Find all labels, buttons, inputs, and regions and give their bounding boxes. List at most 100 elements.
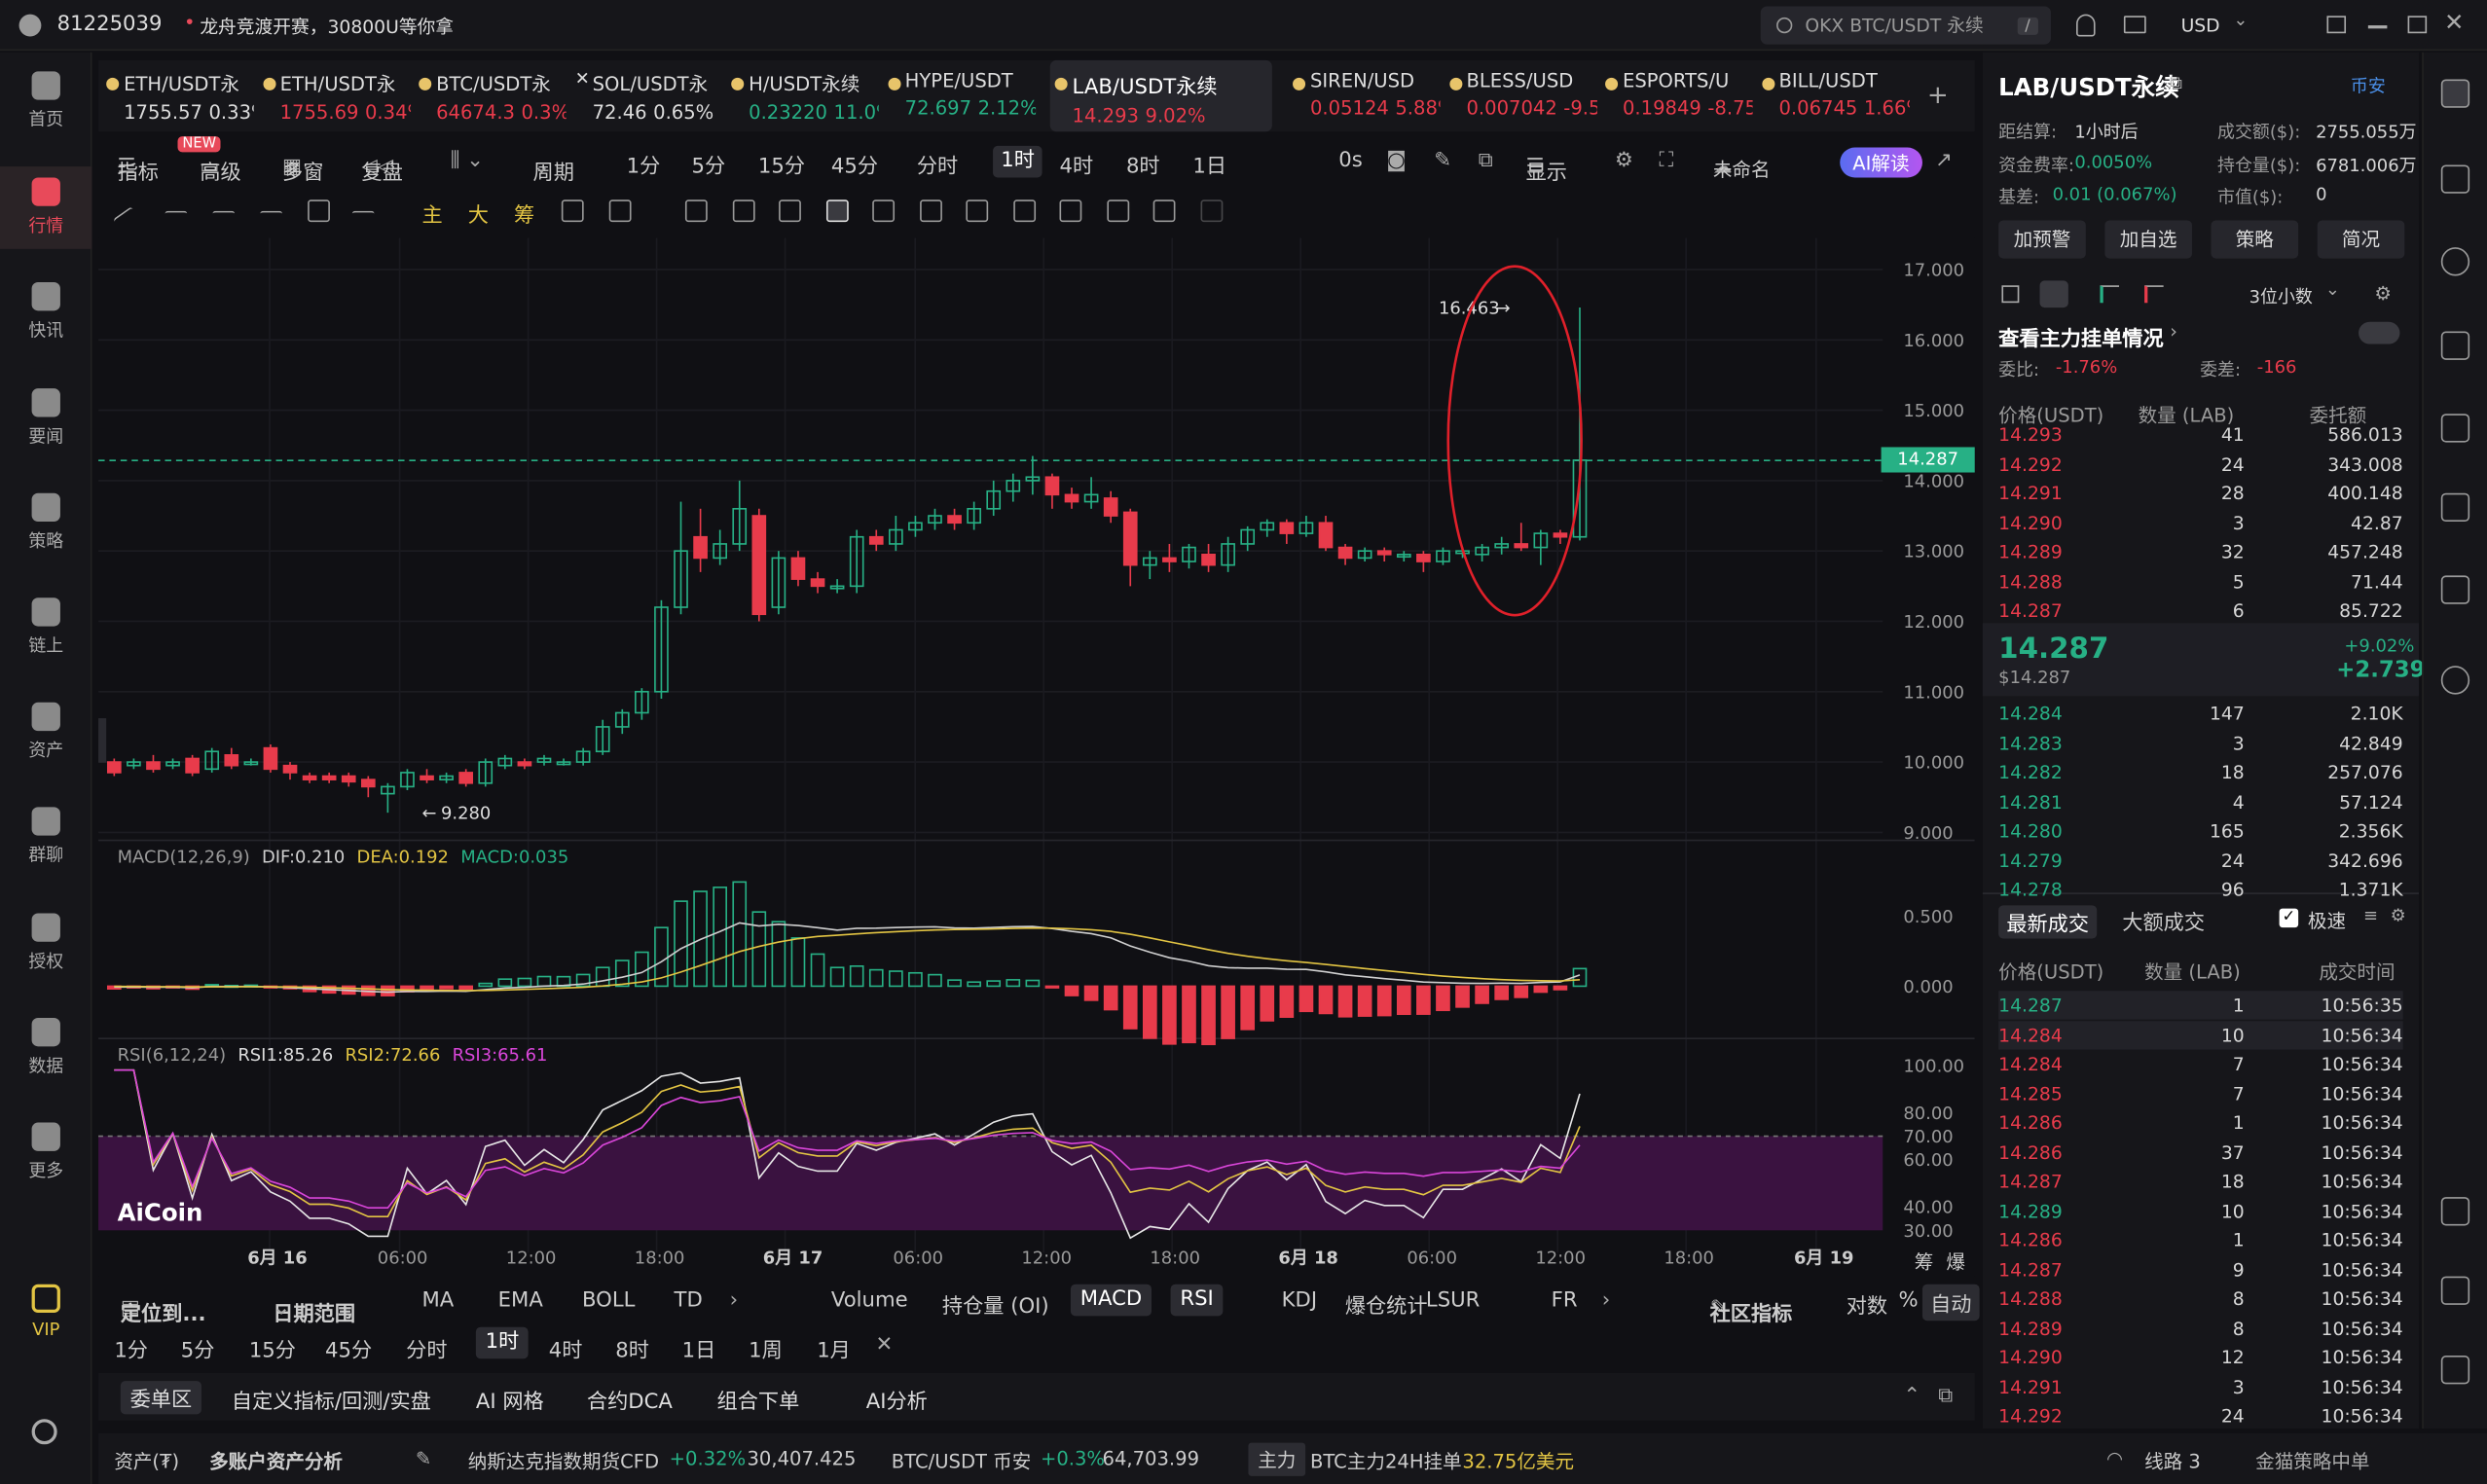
- main-indicator-0[interactable]: MA: [421, 1289, 454, 1313]
- exchange-link[interactable]: 币安: [2351, 73, 2386, 98]
- bottom-interval-0[interactable]: 1分: [114, 1333, 148, 1363]
- nav-item-0[interactable]: 首页: [0, 60, 92, 143]
- btc-name[interactable]: BTC/USDT 币安: [892, 1448, 1032, 1475]
- chart-bar-icon[interactable]: [2440, 414, 2470, 443]
- bottom-interval-2[interactable]: 15分: [249, 1333, 296, 1363]
- brush-icon[interactable]: [825, 199, 848, 223]
- promo-text[interactable]: 龙舟竞渡开赛，30800U等你拿: [200, 15, 454, 40]
- assets-label[interactable]: 资产(₮): [114, 1448, 179, 1475]
- seconds-button[interactable]: 0s: [1338, 149, 1363, 172]
- search-box[interactable]: OKX BTC/USDT 永续 /: [1760, 6, 2051, 45]
- fast-checkbox[interactable]: ✓: [2279, 908, 2299, 928]
- chart-area[interactable]: 17.000 16.000 15.000 14.000 13.000 12.000 11.0…: [98, 237, 1975, 1277]
- interval-8[interactable]: 1日: [1192, 149, 1226, 179]
- ruler-icon[interactable]: [732, 199, 754, 223]
- bottom-interval-4[interactable]: 分时: [406, 1333, 447, 1363]
- log-toggle[interactable]: 对数: [1847, 1289, 1887, 1319]
- decimals-select[interactable]: 3位小数: [2249, 284, 2313, 309]
- book-row[interactable]: 14.279 24 342.696: [1998, 846, 2403, 874]
- hline-icon[interactable]: [260, 210, 283, 234]
- book-row[interactable]: 14.293 41 586.013: [1998, 420, 2403, 449]
- symbol-tab[interactable]: ETH/USDT永 1755.570.33%: [101, 60, 254, 131]
- filter-icon[interactable]: ≡: [2363, 905, 2378, 925]
- kline-chart[interactable]: 17.000 16.000 15.000 14.000 13.000 12.000 11.0…: [98, 237, 1975, 1276]
- book-row[interactable]: 14.289 32 457.248: [1998, 537, 2403, 565]
- bottom-interval-1[interactable]: 5分: [181, 1333, 215, 1363]
- bell-icon[interactable]: [2076, 14, 2096, 37]
- dollar-icon[interactable]: [2440, 247, 2470, 276]
- settings-icon[interactable]: ⚙: [2391, 905, 2406, 925]
- chart-line-icon[interactable]: [2440, 331, 2470, 360]
- user-icon[interactable]: [18, 14, 42, 37]
- symbol-title[interactable]: LAB/USDT永续: [1998, 70, 2178, 103]
- symbol-tab[interactable]: HYPE/USDT 72.697 2.12%: [883, 60, 1035, 131]
- mail-icon[interactable]: [2123, 16, 2146, 34]
- percent-toggle[interactable]: %: [1899, 1289, 1919, 1313]
- sub-indicator-5[interactable]: 爆仓统计: [1345, 1289, 1428, 1319]
- chart-type-button[interactable]: ⫼ ⌄: [451, 149, 484, 172]
- bot-chat-icon[interactable]: [2440, 1356, 2470, 1385]
- main-indicator-2[interactable]: BOLL: [582, 1289, 635, 1313]
- main-indicator-3[interactable]: TD: [675, 1289, 703, 1313]
- etf-icon[interactable]: [2440, 492, 2470, 523]
- interval-6[interactable]: 4时: [1060, 149, 1094, 179]
- symbol-tab[interactable]: H/USDT永续 0.2322011.0%: [726, 60, 879, 131]
- nav-item-4[interactable]: 策略: [0, 482, 92, 564]
- lock-icon[interactable]: [919, 199, 942, 223]
- share-icon[interactable]: ↗: [1935, 149, 1953, 172]
- book-row[interactable]: 14.288 5 71.44: [1998, 566, 2403, 595]
- symbol-tab[interactable]: BILL/USDT 0.067451.66%: [1757, 60, 1909, 131]
- panel-button-0[interactable]: 加预警: [1998, 220, 2086, 259]
- edit-icon[interactable]: ✎: [416, 1448, 431, 1470]
- bottom-tab-4[interactable]: 组合下单: [717, 1384, 800, 1414]
- minimize-icon[interactable]: [2367, 25, 2388, 28]
- interval-0[interactable]: 1分: [627, 149, 661, 179]
- headset-icon[interactable]: [2440, 1276, 2470, 1305]
- nav-item-1[interactable]: 行情: [0, 166, 92, 249]
- parallel-icon[interactable]: [165, 210, 188, 234]
- symbol-tab[interactable]: LAB/USDT永续 14.293 9.02%: [1049, 59, 1272, 132]
- bottom-interval-6[interactable]: 4时: [549, 1333, 583, 1363]
- link-icon[interactable]: [1012, 199, 1036, 223]
- main-chip-button[interactable]: 主: [421, 199, 442, 228]
- interval-7[interactable]: 8时: [1126, 149, 1160, 179]
- book-row[interactable]: 14.287 6 85.722: [1998, 597, 2403, 625]
- measure-icon[interactable]: [608, 199, 632, 223]
- search-input[interactable]: OKX BTC/USDT 永续: [1805, 13, 1983, 38]
- nav-item-8[interactable]: 授权: [0, 902, 92, 985]
- nav-item-11[interactable]: VIP: [0, 1270, 92, 1353]
- line-select[interactable]: 线路 3: [2144, 1448, 2201, 1475]
- book-layout-split-icon[interactable]: [2039, 280, 2068, 308]
- orderbook-icon[interactable]: [2440, 79, 2470, 108]
- interval-3[interactable]: 45分: [831, 149, 878, 179]
- sub-indicator-2[interactable]: MACD: [1070, 1284, 1152, 1317]
- multi-account-link[interactable]: 多账户资产分析: [209, 1448, 343, 1475]
- redo-icon[interactable]: [1199, 199, 1223, 223]
- sub-indicator-1[interactable]: 持仓量 (OI): [942, 1289, 1049, 1319]
- symbol-tab[interactable]: BLESS/USD 0.007042-9.5: [1445, 60, 1596, 131]
- main-orders-link[interactable]: 查看主力挂单情况: [1998, 322, 2163, 351]
- user-id[interactable]: 81225039: [57, 13, 163, 36]
- chips-button[interactable]: 筹: [514, 199, 534, 228]
- interval-4[interactable]: 分时: [917, 149, 958, 179]
- nav-item-2[interactable]: 快讯: [0, 271, 92, 354]
- chevron-up-icon[interactable]: ⌃: [1903, 1384, 1920, 1407]
- channel-icon[interactable]: [212, 210, 236, 234]
- bottom-tab-1[interactable]: 自定义指标/回测/实盘: [232, 1384, 431, 1414]
- more-tools-icon[interactable]: [351, 210, 375, 234]
- template-icon[interactable]: [966, 199, 989, 223]
- trendline-icon[interactable]: [113, 206, 144, 237]
- close-icon[interactable]: ✕: [875, 1333, 893, 1357]
- undo-icon[interactable]: [1152, 199, 1176, 223]
- nav-item-6[interactable]: 资产: [0, 691, 92, 774]
- bottom-interval-10[interactable]: 1月: [817, 1333, 851, 1363]
- document-icon[interactable]: [2440, 164, 2470, 194]
- symbol-tab[interactable]: SIREN/USD 0.051245.88%: [1288, 60, 1441, 131]
- popout-icon[interactable]: [2326, 16, 2347, 34]
- chevron-right-icon[interactable]: ›: [1602, 1289, 1610, 1313]
- interval-2[interactable]: 15分: [758, 149, 805, 179]
- symbol-tab[interactable]: ETH/USDT永 1755.690.34%: [258, 60, 410, 131]
- chevron-right-icon[interactable]: ›: [730, 1289, 738, 1313]
- macd-title[interactable]: MACD(12,26,9): [118, 847, 250, 867]
- symbol-tab[interactable]: ESPORTS/U 0.19849 -8.75: [1600, 60, 1753, 131]
